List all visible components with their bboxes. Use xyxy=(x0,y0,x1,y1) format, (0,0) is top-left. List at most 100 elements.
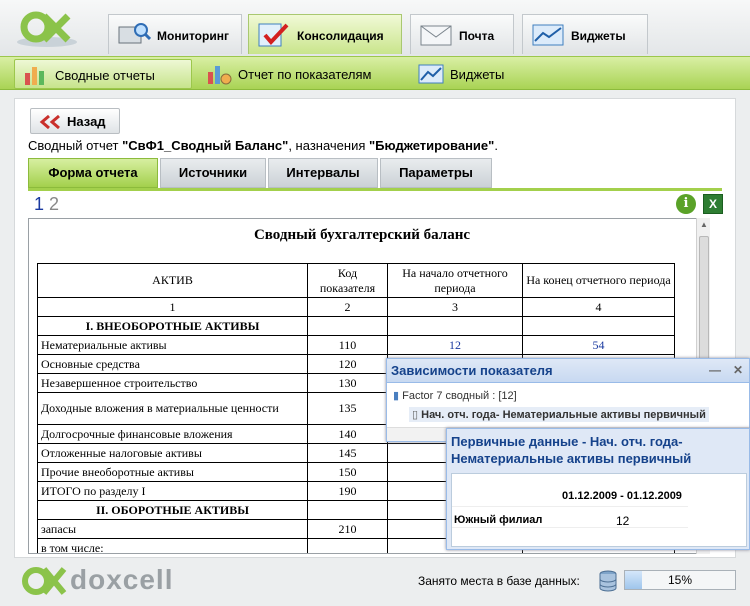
section-row: I. ВНЕОБОРОТНЫЕ АКТИВЫ xyxy=(37,316,675,336)
subtab-indicator-report-label: Отчет по показателям xyxy=(238,67,372,82)
report-suffix: . xyxy=(494,138,498,153)
row-code: 135 xyxy=(307,392,388,425)
report-middle: , назначения xyxy=(288,138,369,153)
row-name: Незавершенное строительство xyxy=(37,373,308,393)
widget-chart-icon xyxy=(418,64,444,84)
col-number: 4 xyxy=(522,297,675,317)
scroll-up-icon[interactable]: ▲ xyxy=(700,220,708,229)
row-code: 210 xyxy=(307,519,388,539)
document-title: Сводный бухгалтерский баланс xyxy=(253,227,471,243)
col-number: 1 xyxy=(37,297,308,317)
row-code: 150 xyxy=(307,462,388,482)
row-end-value[interactable]: 54 xyxy=(522,335,675,355)
header-code: Код показателя xyxy=(307,263,388,298)
branch-name: Южный филиал xyxy=(454,514,543,526)
table-header-row: АКТИВ Код показателя На начало отчетного… xyxy=(37,263,675,298)
consolidation-check-icon xyxy=(258,23,289,47)
document-icon: ▯ xyxy=(412,409,419,421)
bar-chart-icon xyxy=(25,67,44,85)
page-link-2[interactable]: 2 xyxy=(49,194,59,214)
excel-export-icon[interactable]: X xyxy=(703,194,723,214)
primary-data-grid: 01.12.2009 - 01.12.2009 Южный филиал 12 xyxy=(451,473,747,547)
monitor-search-icon xyxy=(118,23,151,44)
report-prefix: Сводный отчет xyxy=(28,138,123,153)
page-link-1[interactable]: 1 xyxy=(34,194,44,214)
report-description: Сводный отчет "СвФ1_Сводный Баланс", наз… xyxy=(28,138,498,153)
row-code: 110 xyxy=(307,335,388,355)
row-name: Отложенные налоговые активы xyxy=(37,443,308,463)
tab-mail[interactable]: Почта xyxy=(410,14,514,54)
col-number: 2 xyxy=(307,297,388,317)
tab-report-form[interactable]: Форма отчета xyxy=(28,158,158,188)
dependencies-popup-header: Зависимости показателя — ✕ xyxy=(387,359,749,383)
minimize-icon[interactable]: — xyxy=(709,363,721,377)
tab-widgets[interactable]: Виджеты xyxy=(522,14,648,54)
row-name: Основные средства xyxy=(37,354,308,374)
primary-value[interactable]: 12 xyxy=(616,514,629,528)
row-code: 120 xyxy=(307,354,388,374)
report-purpose: "Бюджетирование" xyxy=(369,138,495,153)
disk-usage-text: 15% xyxy=(667,573,693,587)
row-name: Прочие внеоборотные активы xyxy=(37,462,308,482)
row-name: Нематериальные активы xyxy=(37,335,308,355)
tab-parameters[interactable]: Параметры xyxy=(380,158,492,188)
subtab-widgets-label: Виджеты xyxy=(450,67,505,82)
tab-consolidation-label: Консолидация xyxy=(297,29,384,43)
primary-data-popup: Первичные данные - Нач. отч. года- Немат… xyxy=(446,428,750,550)
row-name: запасы xyxy=(37,519,308,539)
subtab-summary-reports[interactable]: Сводные отчеты xyxy=(14,59,192,89)
row-name: Долгосрочные финансовые вложения xyxy=(37,424,308,444)
section-title: I. ВНЕОБОРОТНЫЕ АКТИВЫ xyxy=(37,316,308,336)
header-start: На начало отчетного периода xyxy=(387,263,523,298)
tab-sources[interactable]: Источники xyxy=(160,158,266,188)
tree-child[interactable]: ▯ Нач. отч. года- Нематериальные активы … xyxy=(409,407,709,422)
double-arrow-left-icon xyxy=(39,115,60,129)
tab-consolidation[interactable]: Консолидация xyxy=(248,14,402,54)
tab-intervals[interactable]: Интервалы xyxy=(268,158,378,188)
row-code: 130 xyxy=(307,373,388,393)
row-name: в том числе: xyxy=(37,538,308,553)
tab-strip-underline xyxy=(28,188,722,191)
tree-root-label: Factor 7 сводный : [12] xyxy=(402,390,517,402)
pagination: 1 2 xyxy=(34,194,59,215)
disk-usage-progress: 15% xyxy=(624,570,736,590)
row-name: Доходные вложения в материальные ценност… xyxy=(37,392,308,425)
section-title: II. ОБОРОТНЫЕ АКТИВЫ xyxy=(37,500,308,520)
tab-widgets-label: Виджеты xyxy=(571,29,626,43)
row-start-value[interactable]: 12 xyxy=(387,335,523,355)
tab-monitoring-label: Мониторинг xyxy=(157,29,229,43)
row-code: 140 xyxy=(307,424,388,444)
close-icon[interactable]: ✕ xyxy=(733,363,743,377)
row-code: 145 xyxy=(307,443,388,463)
sub-navigation: Сводные отчеты Отчет по показателям Видж… xyxy=(0,56,750,90)
tab-monitoring[interactable]: Мониторинг xyxy=(108,14,242,54)
subtab-summary-reports-label: Сводные отчеты xyxy=(55,68,155,83)
period-header: 01.12.2009 - 01.12.2009 xyxy=(562,490,682,502)
dependencies-popup-title: Зависимости показателя xyxy=(391,363,553,378)
back-button[interactable]: Назад xyxy=(30,108,120,134)
tree-child-label: Нач. отч. года- Нематериальные активы пе… xyxy=(421,409,706,421)
database-icon: ▮ xyxy=(393,390,400,402)
table-row: 1 2 3 4 xyxy=(37,297,675,317)
subtab-indicator-report[interactable]: Отчет по показателям xyxy=(198,59,398,89)
row-code: 190 xyxy=(307,481,388,501)
tree-root[interactable]: ▮ Factor 7 сводный : [12] xyxy=(393,389,517,402)
col-number: 3 xyxy=(387,297,523,317)
info-icon[interactable]: i xyxy=(676,194,696,214)
doxcell-logo-icon xyxy=(22,567,67,595)
tab-mail-label: Почта xyxy=(459,29,495,43)
doxcell-logo-icon[interactable] xyxy=(12,8,82,50)
mail-envelope-icon xyxy=(420,25,452,46)
disk-usage-label: Занято места в базе данных: xyxy=(418,574,580,588)
table-row: Нематериальные активы 110 12 54 xyxy=(37,335,675,355)
brand-name: doxcell xyxy=(70,564,174,595)
database-icon xyxy=(599,570,617,592)
back-button-label: Назад xyxy=(67,114,106,129)
report-name: "СвФ1_Сводный Баланс" xyxy=(122,138,289,153)
subtab-widgets[interactable]: Виджеты xyxy=(410,59,530,89)
indicator-chart-icon xyxy=(208,66,232,85)
row-name: ИТОГО по разделу I xyxy=(37,481,308,501)
widget-chart-icon xyxy=(532,24,564,46)
primary-data-popup-title: Первичные данные - Нач. отч. года- Немат… xyxy=(451,434,692,466)
header-end: На конец отчетного периода xyxy=(522,263,675,298)
